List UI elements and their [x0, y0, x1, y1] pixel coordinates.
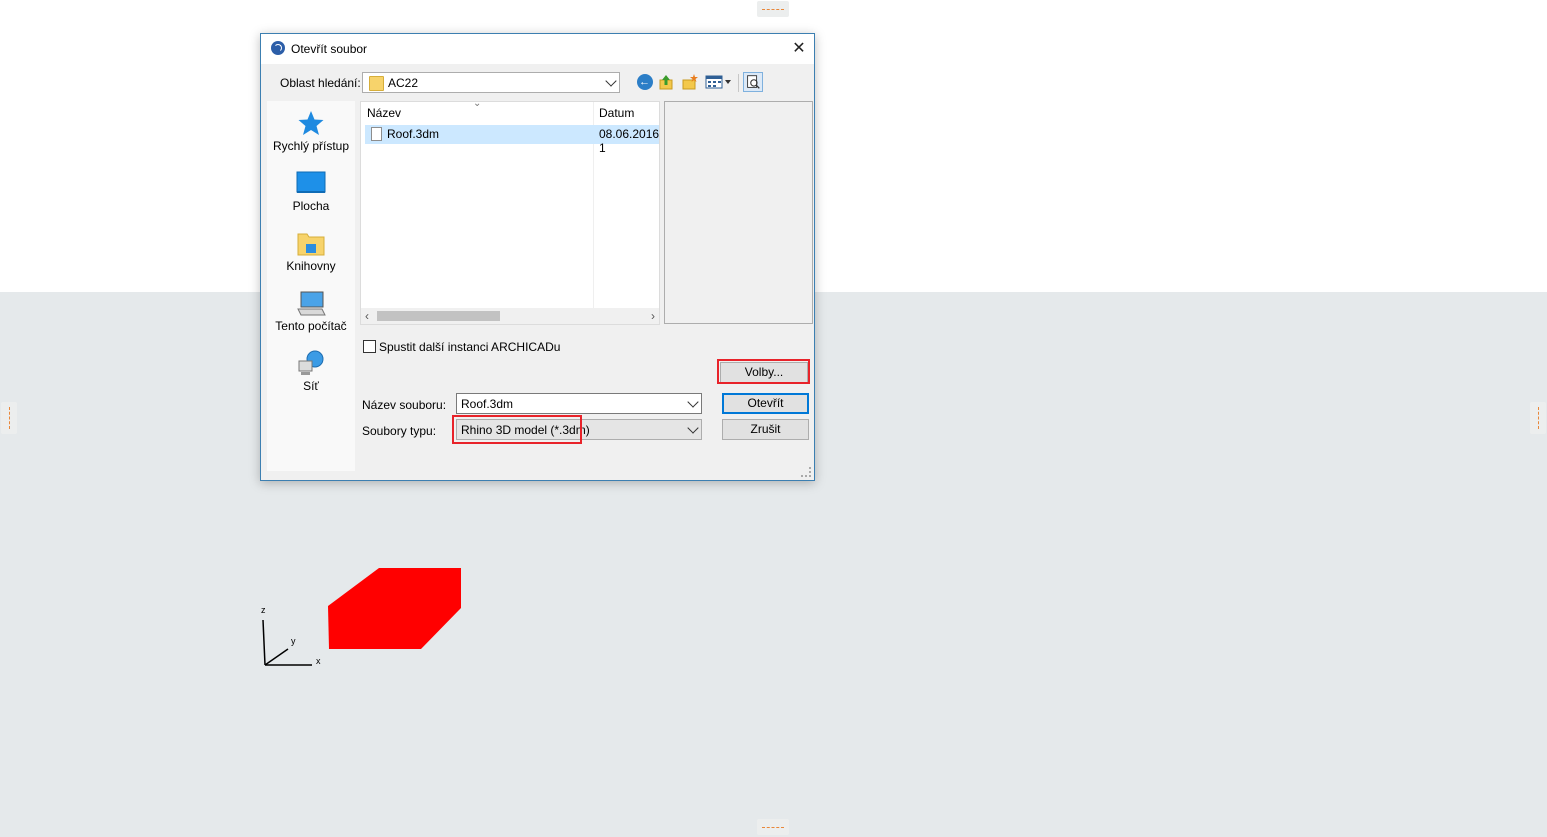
- preview-pane: [664, 101, 813, 324]
- folder-icon: [369, 76, 384, 91]
- look-in-combo[interactable]: AC22: [362, 72, 620, 93]
- new-folder-icon[interactable]: [682, 74, 698, 90]
- filename-value: Roof.3dm: [461, 397, 514, 411]
- new-instance-checkbox[interactable]: [363, 340, 376, 353]
- desktop-icon: [296, 171, 326, 193]
- places-bar: Rychlý přístup Plocha Knihovny Tento poč…: [267, 101, 355, 471]
- dialog-titlebar[interactable]: Otevřít soubor ✕: [261, 34, 814, 64]
- resize-grip-icon[interactable]: [801, 467, 811, 477]
- roof-model-shape[interactable]: [325, 565, 465, 655]
- axis-x-label: x: [316, 656, 321, 666]
- chevron-down-icon[interactable]: [687, 396, 699, 408]
- computer-icon: [297, 291, 326, 316]
- place-label: Tento počítač: [275, 319, 347, 333]
- scroll-right-icon[interactable]: ›: [651, 309, 655, 323]
- place-this-pc[interactable]: Tento počítač: [267, 289, 355, 347]
- left-resize-handle[interactable]: [1, 402, 17, 434]
- scrollbar-thumb[interactable]: [377, 311, 500, 321]
- place-desktop[interactable]: Plocha: [267, 169, 355, 227]
- right-resize-handle[interactable]: [1530, 402, 1546, 434]
- back-icon[interactable]: [637, 74, 653, 90]
- place-quick-access[interactable]: Rychlý přístup: [267, 109, 355, 167]
- libraries-icon: [297, 233, 325, 256]
- view-menu-icon[interactable]: [705, 74, 733, 90]
- dialog-title: Otevřít soubor: [291, 42, 368, 56]
- look-in-label: Oblast hledání:: [280, 76, 361, 90]
- top-resize-handle[interactable]: [757, 1, 789, 17]
- archicad-app-icon: [271, 41, 285, 55]
- axis-gizmo: x y z: [261, 605, 321, 666]
- options-highlight-box: [717, 359, 810, 384]
- filetype-highlight-box: [452, 415, 582, 444]
- horizontal-scrollbar[interactable]: ‹ ›: [361, 308, 659, 324]
- filetype-label: Soubory typu:: [362, 424, 437, 438]
- network-icon: [298, 350, 324, 375]
- filename-label: Název souboru:: [362, 398, 447, 412]
- chevron-down-icon[interactable]: [605, 75, 617, 87]
- close-icon[interactable]: ✕: [784, 34, 814, 64]
- up-folder-icon[interactable]: [659, 74, 673, 90]
- column-header-name[interactable]: Název: [367, 102, 401, 124]
- file-row[interactable]: Roof.3dm 08.06.2016 1: [365, 125, 659, 155]
- file-icon: [371, 127, 382, 141]
- place-label: Knihovny: [286, 259, 336, 273]
- look-in-value: AC22: [388, 76, 419, 90]
- column-header-date[interactable]: Datum: [599, 102, 634, 124]
- place-label: Rychlý přístup: [272, 139, 350, 153]
- axis-z-label: z: [261, 605, 266, 615]
- bottom-resize-handle[interactable]: [757, 819, 789, 835]
- star-icon: [298, 111, 324, 135]
- toolbar-separator: [738, 74, 739, 92]
- place-libraries[interactable]: Knihovny: [267, 229, 355, 287]
- open-button[interactable]: Otevřít: [722, 393, 809, 414]
- sort-indicator-icon: ⌄: [473, 98, 482, 109]
- cancel-button[interactable]: Zrušit: [722, 419, 809, 440]
- file-name-cell: Roof.3dm: [387, 127, 440, 141]
- scroll-left-icon[interactable]: ‹: [365, 309, 369, 323]
- new-instance-checkbox-label: Spustit další instanci ARCHICADu: [379, 340, 561, 354]
- place-label: Síť: [303, 379, 319, 393]
- preview-toggle-icon[interactable]: [743, 72, 763, 92]
- place-label: Plocha: [292, 199, 330, 213]
- filename-combo[interactable]: Roof.3dm: [456, 393, 702, 414]
- axis-y-label: y: [291, 636, 296, 646]
- open-file-dialog: Otevřít soubor ✕ Oblast hledání: AC22 ← …: [260, 33, 815, 481]
- place-network[interactable]: Síť: [267, 349, 355, 407]
- chevron-down-icon[interactable]: [687, 422, 699, 434]
- file-date-cell: 08.06.2016 1: [599, 127, 660, 155]
- file-list[interactable]: ⌄ Název Datum Roof.3dm 08.06.2016 1 ‹ ›: [360, 98, 660, 325]
